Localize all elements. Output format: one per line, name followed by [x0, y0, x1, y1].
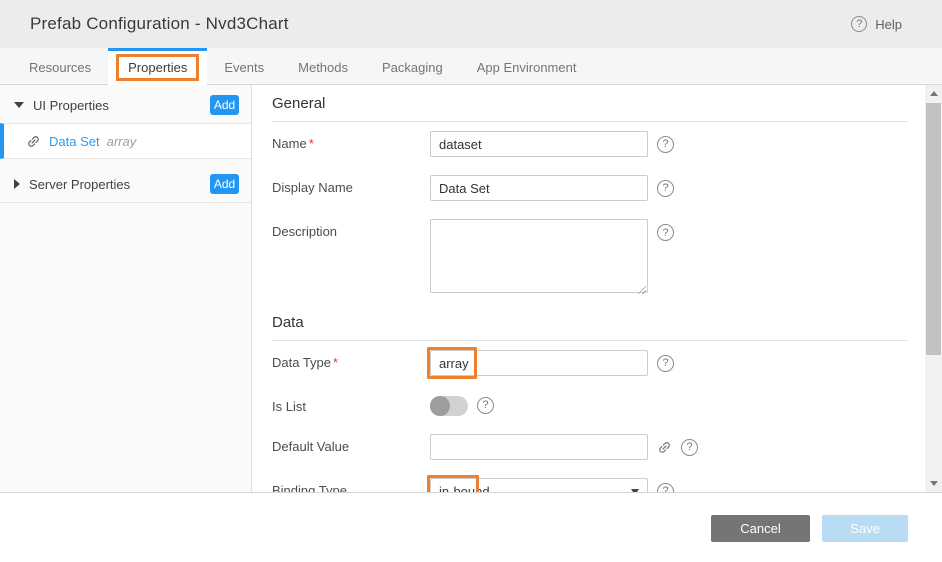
- server-properties-label: Server Properties: [29, 177, 210, 192]
- section-title-general: General: [272, 95, 908, 122]
- data-type-input[interactable]: [430, 350, 648, 376]
- help-link[interactable]: ? Help: [851, 16, 902, 32]
- binding-type-help-icon[interactable]: ?: [657, 483, 674, 493]
- field-row-is-list: Is List ?: [272, 394, 908, 416]
- field-row-binding-type: Binding Type in-bound ?: [272, 478, 908, 492]
- prefab-configuration-dialog: Prefab Configuration - Nvd3Chart ? Help …: [0, 0, 942, 562]
- dialog-body: UI Properties Add Data Set array Server …: [0, 85, 942, 493]
- is-list-toggle[interactable]: [430, 396, 468, 416]
- dialog-header: Prefab Configuration - Nvd3Chart ? Help: [0, 0, 942, 48]
- add-ui-property-button[interactable]: Add: [210, 95, 239, 115]
- toggle-knob: [430, 396, 450, 416]
- field-row-default-value: Default Value ?: [272, 434, 908, 460]
- sidebar-section-ui-properties[interactable]: UI Properties Add: [0, 90, 251, 120]
- binding-type-label: Binding Type: [272, 478, 430, 492]
- display-name-help-icon[interactable]: ?: [657, 180, 674, 197]
- required-asterisk: *: [309, 136, 314, 151]
- field-row-display-name: Display Name ?: [272, 175, 908, 201]
- data-set-item-type: array: [107, 134, 137, 149]
- tab-resources[interactable]: Resources: [12, 48, 108, 84]
- save-button[interactable]: Save: [822, 515, 908, 542]
- tab-bar: Resources Properties Events Methods Pack…: [0, 48, 942, 85]
- tab-properties[interactable]: Properties: [108, 48, 207, 85]
- vertical-scrollbar[interactable]: [925, 85, 942, 492]
- description-label: Description: [272, 219, 430, 239]
- tab-events[interactable]: Events: [207, 48, 281, 84]
- property-form: General Name* ? Display Name ? Descripti: [252, 85, 942, 492]
- default-value-input[interactable]: [430, 434, 648, 460]
- add-server-property-button[interactable]: Add: [210, 174, 239, 194]
- name-help-icon[interactable]: ?: [657, 136, 674, 153]
- field-row-description: Description ?: [272, 219, 908, 296]
- is-list-help-icon[interactable]: ?: [477, 397, 494, 414]
- name-input[interactable]: [430, 131, 648, 157]
- help-label: Help: [875, 17, 902, 32]
- tab-app-environment[interactable]: App Environment: [460, 48, 594, 84]
- ui-properties-label: UI Properties: [33, 98, 210, 113]
- required-asterisk: *: [333, 355, 338, 370]
- dialog-footer: Cancel Save: [0, 493, 942, 562]
- is-list-label: Is List: [272, 394, 430, 414]
- section-title-data: Data: [272, 314, 908, 341]
- annotation-box-properties: Properties: [116, 54, 199, 81]
- cancel-button[interactable]: Cancel: [711, 515, 810, 542]
- binding-type-selected-value: in-bound: [439, 484, 490, 493]
- name-label: Name*: [272, 131, 430, 151]
- properties-sidebar: UI Properties Add Data Set array Server …: [0, 85, 252, 492]
- tab-methods[interactable]: Methods: [281, 48, 365, 84]
- scroll-down-arrow-icon[interactable]: [925, 475, 942, 492]
- description-textarea[interactable]: [430, 219, 648, 293]
- tab-packaging[interactable]: Packaging: [365, 48, 460, 84]
- display-name-input[interactable]: [430, 175, 648, 201]
- caret-down-icon: [14, 102, 24, 108]
- field-row-data-type: Data Type* ?: [272, 350, 908, 376]
- default-value-help-icon[interactable]: ?: [681, 439, 698, 456]
- dropdown-arrow-icon: [631, 489, 639, 492]
- data-type-label: Data Type*: [272, 350, 430, 370]
- binding-type-select[interactable]: in-bound: [430, 478, 648, 492]
- display-name-label: Display Name: [272, 175, 430, 195]
- scroll-up-arrow-icon[interactable]: [925, 85, 942, 102]
- data-type-help-icon[interactable]: ?: [657, 355, 674, 372]
- sidebar-section-server-properties[interactable]: Server Properties Add: [0, 166, 251, 203]
- data-set-item-label: Data Set: [49, 134, 100, 149]
- caret-right-icon: [14, 179, 20, 189]
- dialog-title: Prefab Configuration - Nvd3Chart: [30, 14, 289, 34]
- scrollbar-thumb[interactable]: [926, 103, 941, 355]
- bind-property-icon[interactable]: [654, 436, 675, 457]
- help-circle-icon: ?: [851, 16, 867, 32]
- sidebar-item-data-set[interactable]: Data Set array: [0, 123, 251, 159]
- default-value-label: Default Value: [272, 434, 430, 454]
- field-row-name: Name* ?: [272, 131, 908, 157]
- bind-link-icon: [23, 130, 44, 151]
- description-help-icon[interactable]: ?: [657, 224, 674, 241]
